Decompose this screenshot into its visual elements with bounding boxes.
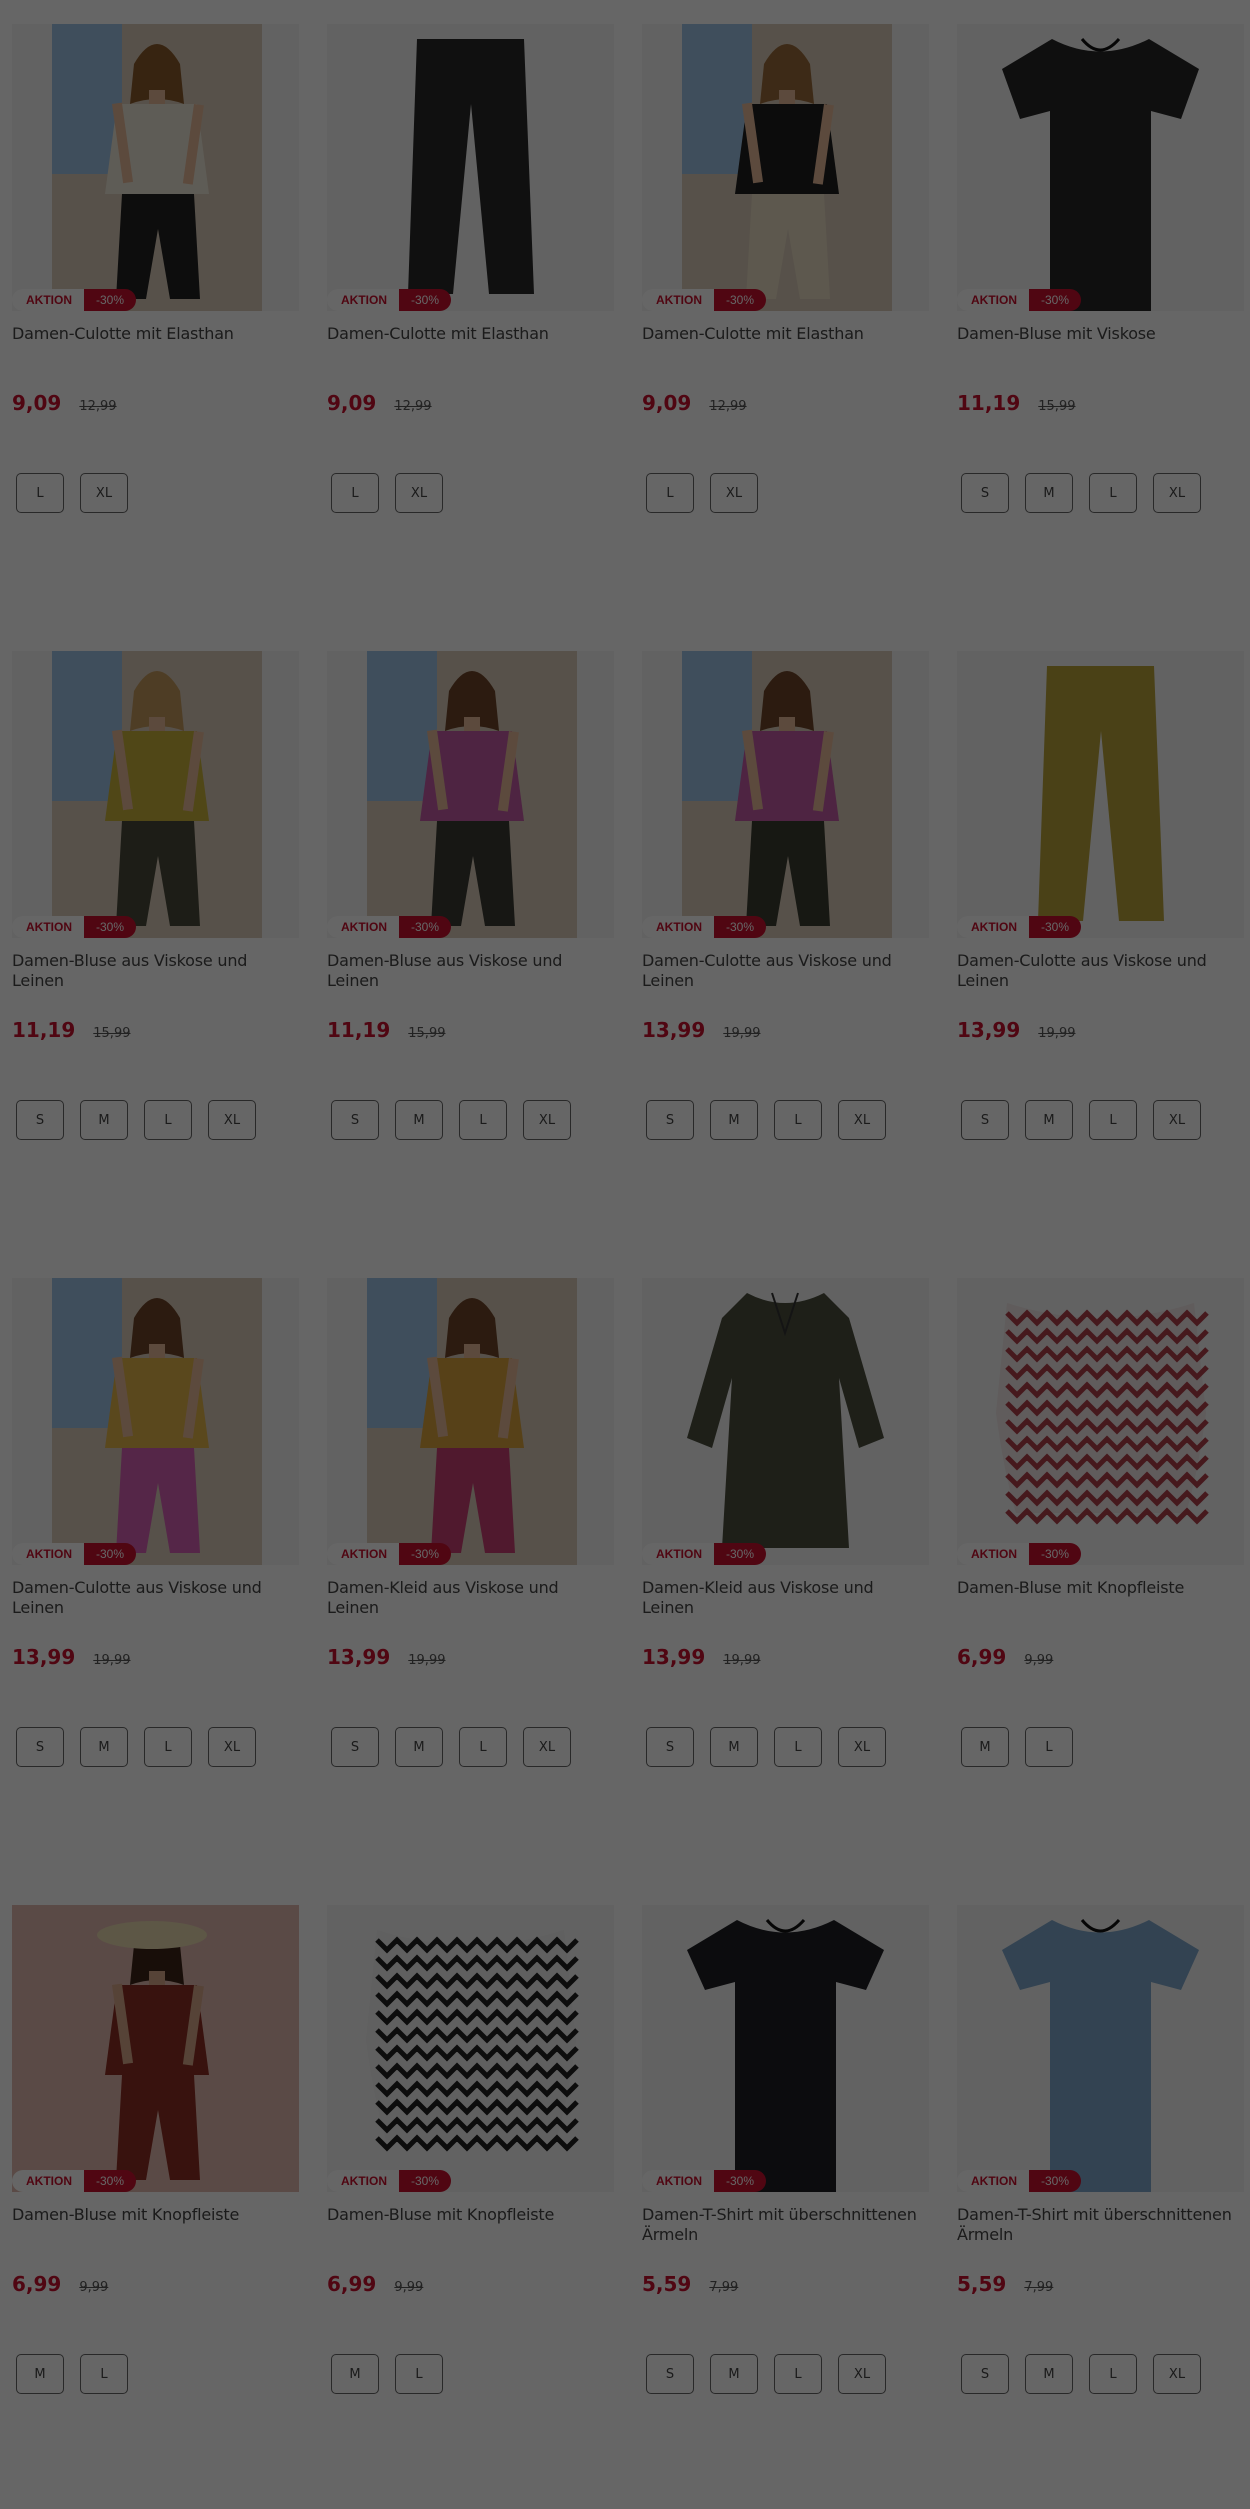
modal-backdrop-overlay[interactable] (0, 0, 1250, 2509)
